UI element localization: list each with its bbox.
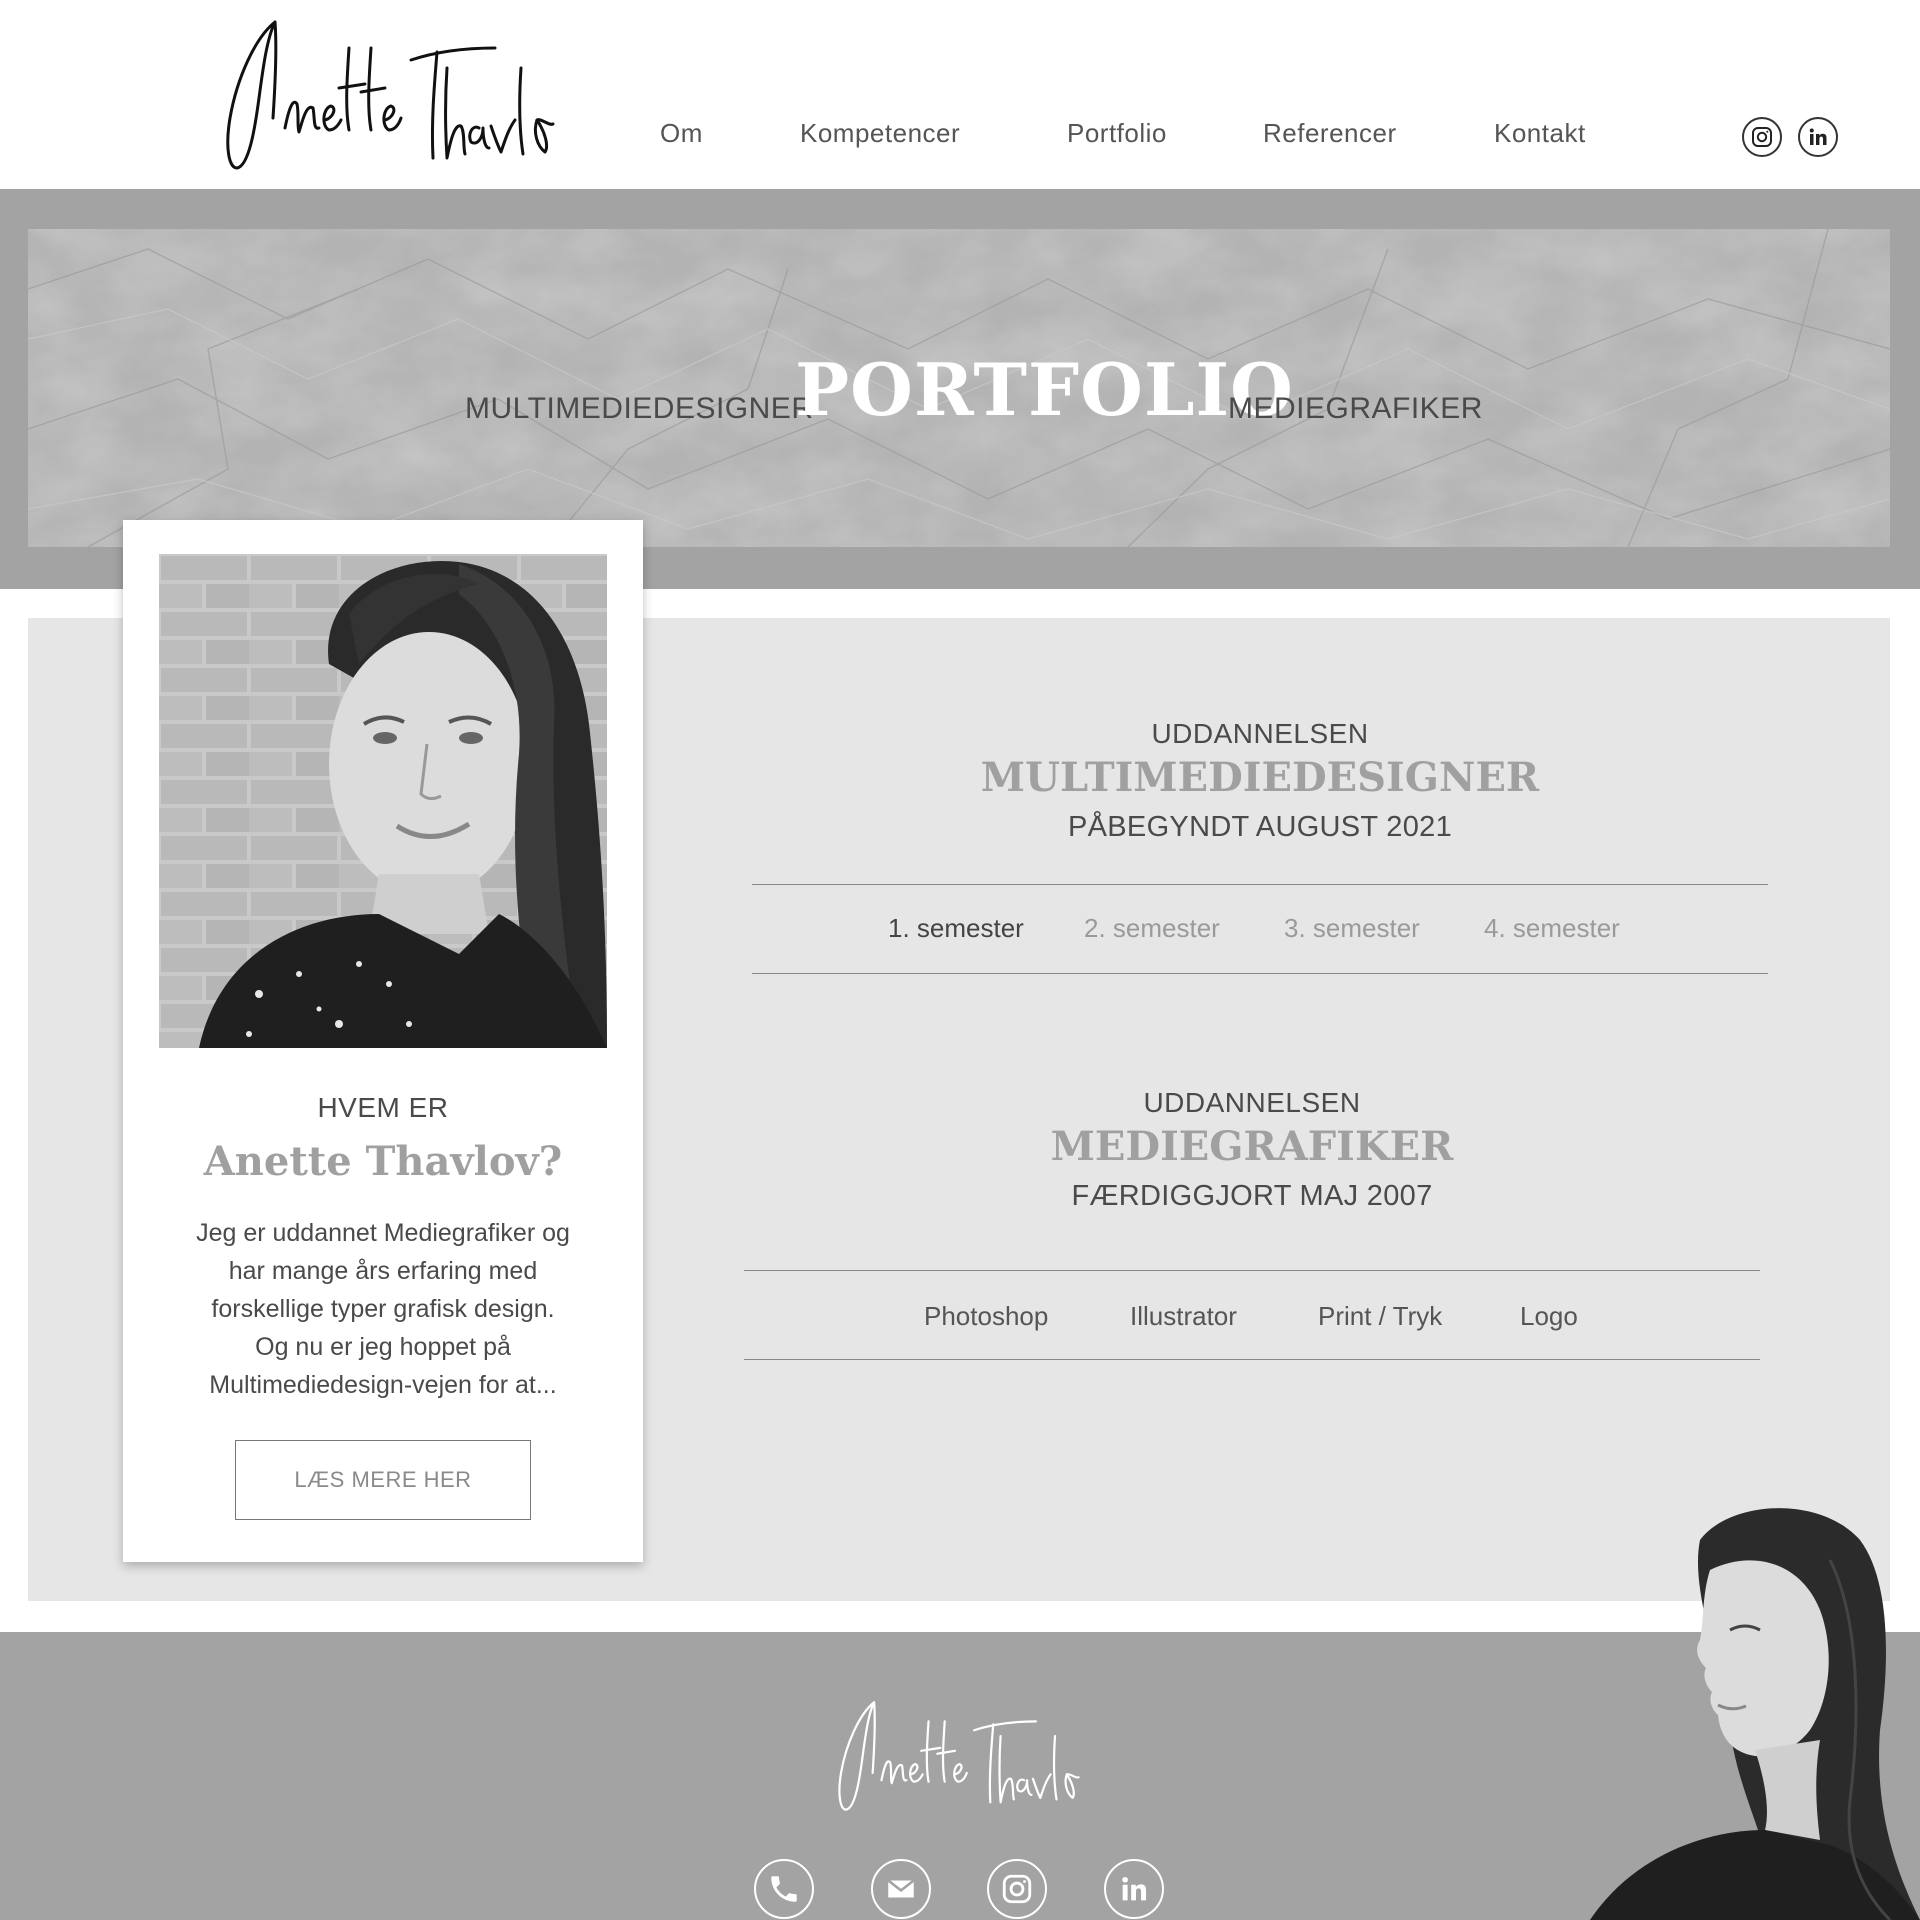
education-multimediedesigner: UDDANNELSEN MULTIMEDIEDESIGNER PÅBEGYNDT…	[752, 718, 1768, 844]
education-title: MULTIMEDIEDESIGNER	[980, 754, 1540, 801]
portfolio-banner: MULTIMEDIEDESIGNER PORTFOLIO MEDIEGRAFIK…	[28, 229, 1890, 547]
banner-heading: MULTIMEDIEDESIGNER PORTFOLIO MEDIEGRAFIK…	[28, 229, 1890, 547]
mail-icon	[887, 1879, 915, 1898]
main-navigation: Om Kompetencer Portfolio Referencer Kont…	[0, 118, 1920, 162]
nav-referencer[interactable]: Referencer	[1263, 118, 1397, 149]
profile-intro-line: Jeg er uddannet Mediegrafiker og	[196, 1219, 570, 1247]
banner-right-label: MEDIEGRAFIKER	[1228, 392, 1483, 425]
education-date: FÆRDIGGJORT MAJ 2007	[1071, 1180, 1433, 1212]
footer-portrait	[1590, 1508, 1920, 1920]
phone-icon	[771, 1876, 797, 1902]
education-title: MEDIEGRAFIKER	[1050, 1123, 1454, 1170]
footer-mail-button[interactable]	[871, 1859, 931, 1919]
education-date: PÅBEGYNDT AUGUST 2021	[1068, 811, 1452, 843]
education-label: UDDANNELSEN	[1151, 718, 1369, 749]
profile-intro-line: Multimediedesign-vejen for at...	[209, 1371, 557, 1399]
instagram-button[interactable]	[1742, 117, 1782, 157]
tab-semester-1[interactable]: 1. semester	[888, 913, 1024, 944]
tab-photoshop[interactable]: Photoshop	[924, 1301, 1048, 1332]
profile-intro-line: forskellige typer grafisk design.	[211, 1295, 555, 1323]
tab-logo[interactable]: Logo	[1520, 1301, 1578, 1332]
instagram-icon	[1002, 1874, 1032, 1904]
linkedin-icon	[1809, 128, 1827, 145]
profile-intro: Jeg er uddannet Mediegrafiker og har man…	[163, 1214, 603, 1404]
profile-pre-title: HVEM ER	[317, 1092, 449, 1123]
tab-illustrator[interactable]: Illustrator	[1130, 1301, 1237, 1332]
profile-intro-line: har mange års erfaring med	[228, 1257, 538, 1285]
linkedin-icon	[1122, 1876, 1147, 1901]
profile-intro-line: Og nu er jeg hoppet på	[255, 1333, 511, 1361]
tab-semester-2[interactable]: 2. semester	[1084, 913, 1220, 944]
footer-instagram-button[interactable]	[987, 1859, 1047, 1919]
education-mediegrafiker: UDDANNELSEN MEDIEGRAFIKER FÆRDIGGJORT MA…	[744, 1087, 1760, 1213]
tab-semester-4[interactable]: 4. semester	[1484, 913, 1620, 944]
footer-linkedin-button[interactable]	[1104, 1859, 1164, 1919]
banner-title: PORTFOLIO	[795, 347, 1294, 432]
nav-om[interactable]: Om	[660, 118, 703, 149]
tab-print-tryk[interactable]: Print / Tryk	[1318, 1301, 1442, 1332]
tab-semester-3[interactable]: 3. semester	[1284, 913, 1420, 944]
linkedin-button[interactable]	[1798, 117, 1838, 157]
profile-card: HVEM ER Anette Thavlov? Jeg er uddannet …	[123, 520, 643, 1562]
education-label: UDDANNELSEN	[1143, 1087, 1361, 1118]
footer-phone-button[interactable]	[754, 1859, 814, 1919]
profile-photo	[159, 554, 607, 1048]
site-header: Om Kompetencer Portfolio Referencer Kont…	[0, 0, 1920, 189]
nav-portfolio[interactable]: Portfolio	[1067, 118, 1167, 149]
footer-signature-logo	[838, 1701, 1080, 1811]
nav-kompetencer[interactable]: Kompetencer	[800, 118, 960, 149]
read-more-button[interactable]: LÆS MERE HER	[235, 1440, 531, 1520]
banner-left-label: MULTIMEDIEDESIGNER	[465, 392, 814, 425]
nav-kontakt[interactable]: Kontakt	[1494, 118, 1586, 149]
instagram-icon	[1752, 127, 1772, 147]
skill-tabs: Photoshop Illustrator Print / Tryk Logo	[744, 1270, 1760, 1360]
semester-tabs: 1. semester 2. semester 3. semester 4. s…	[752, 884, 1768, 974]
profile-name: Anette Thavlov?	[203, 1138, 563, 1185]
